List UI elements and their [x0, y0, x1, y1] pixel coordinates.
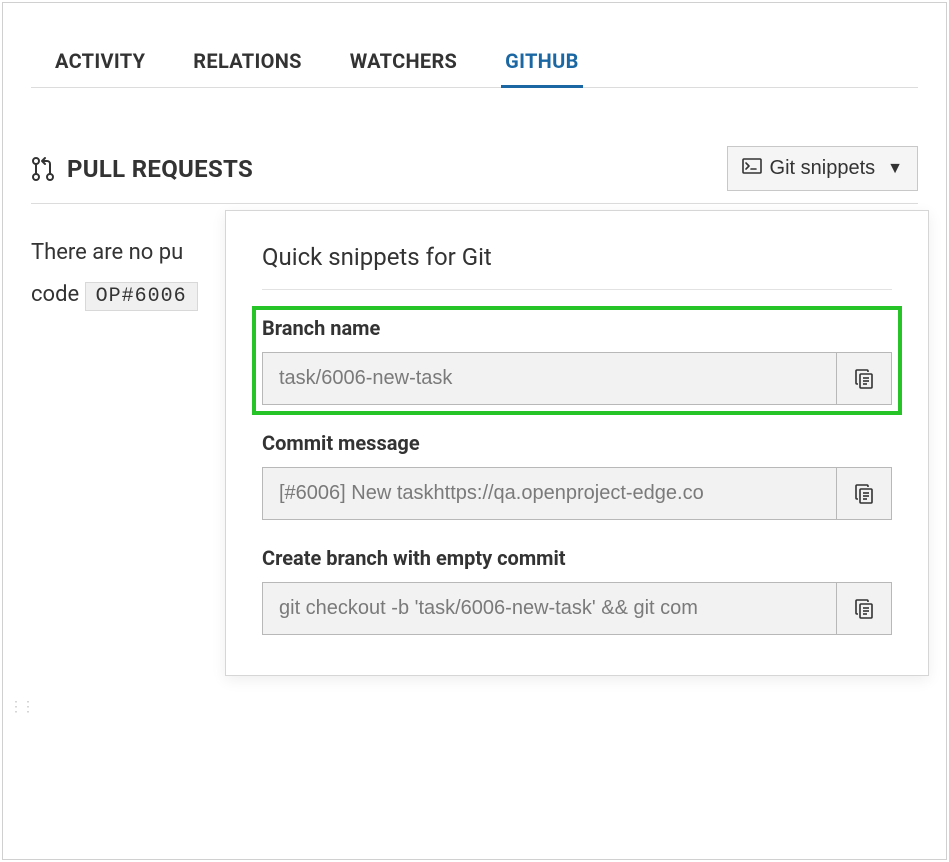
- tabs: ACTIVITY RELATIONS WATCHERS GITHUB: [31, 41, 918, 88]
- git-snippets-button[interactable]: Git snippets ▼: [727, 146, 918, 191]
- commit-message-label: Commit message: [262, 431, 892, 455]
- commit-message-input[interactable]: [262, 467, 836, 520]
- copy-icon: [854, 483, 874, 505]
- create-branch-label: Create branch with empty commit: [262, 546, 892, 570]
- copy-icon: [854, 368, 874, 390]
- tab-github[interactable]: GITHUB: [505, 41, 578, 87]
- branch-name-label: Branch name: [262, 316, 892, 340]
- tab-watchers[interactable]: WATCHERS: [350, 41, 457, 87]
- tab-relations[interactable]: RELATIONS: [193, 41, 301, 87]
- git-snippets-label: Git snippets: [770, 157, 876, 180]
- commit-message-field: Commit message: [262, 431, 892, 520]
- create-branch-input[interactable]: [262, 582, 836, 635]
- pull-request-icon: [31, 156, 55, 182]
- copy-branch-button[interactable]: [836, 352, 892, 405]
- copy-create-branch-button[interactable]: [836, 582, 892, 635]
- terminal-icon: [742, 157, 762, 180]
- copy-icon: [854, 598, 874, 620]
- branch-name-field: Branch name: [262, 316, 892, 405]
- branch-name-input[interactable]: [262, 352, 836, 405]
- tab-activity[interactable]: ACTIVITY: [55, 41, 145, 87]
- section-title: PULL REQUESTS: [67, 155, 253, 183]
- section-header: PULL REQUESTS Git snippets ▼: [31, 146, 918, 204]
- drag-handle-icon[interactable]: ⋮⋮: [9, 699, 33, 715]
- git-snippets-popover: Quick snippets for Git Branch name: [225, 210, 929, 676]
- create-branch-field: Create branch with empty commit: [262, 546, 892, 635]
- work-package-code: OP#6006: [85, 282, 198, 311]
- popover-title: Quick snippets for Git: [262, 243, 892, 290]
- copy-commit-button[interactable]: [836, 467, 892, 520]
- chevron-down-icon: ▼: [887, 160, 903, 178]
